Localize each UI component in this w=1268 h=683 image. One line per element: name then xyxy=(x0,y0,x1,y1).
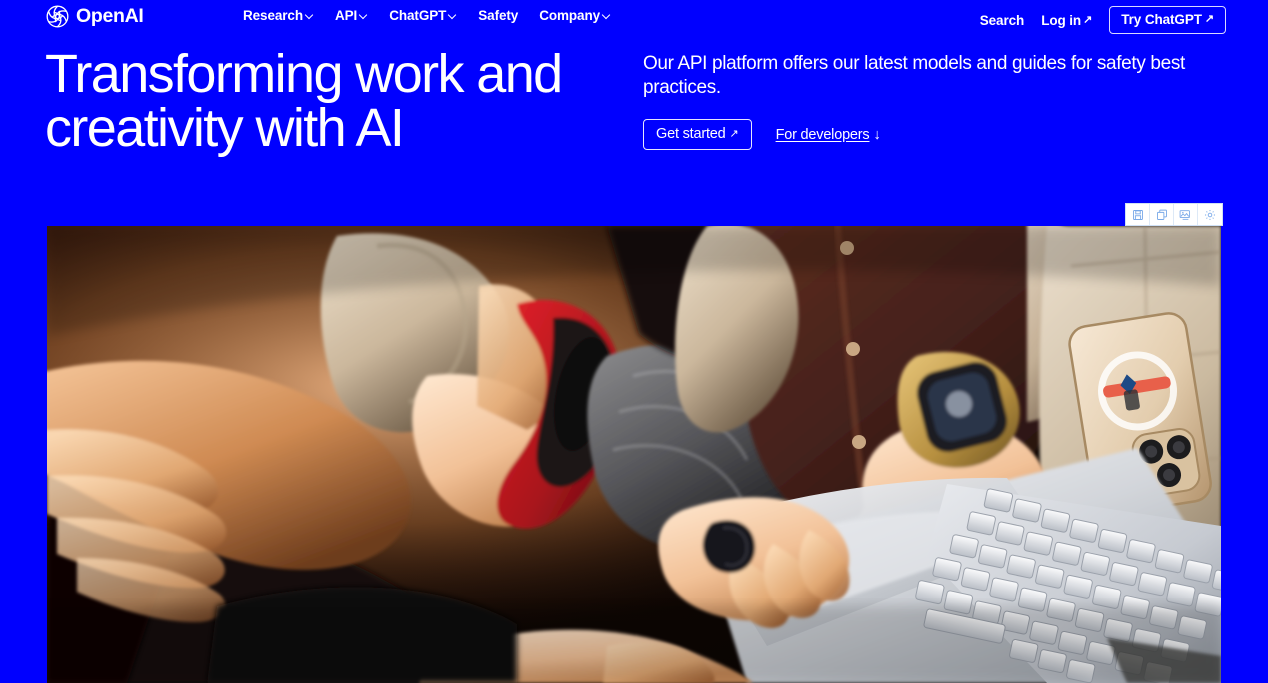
search-link[interactable]: Search xyxy=(979,12,1025,28)
openai-homepage: OpenAI Research API ChatGPT Safety Compa… xyxy=(0,0,1268,683)
arrow-up-right-icon: ↗ xyxy=(1083,13,1093,26)
nav-item-label: Research xyxy=(243,8,303,23)
get-started-label: Get started xyxy=(656,126,726,142)
search-label: Search xyxy=(979,12,1025,28)
nav-item-chatgpt[interactable]: ChatGPT xyxy=(389,8,457,23)
chevron-down-icon xyxy=(603,11,611,19)
nav-utility-group: Search Log in ↗ Try ChatGPT ↗ xyxy=(980,6,1226,34)
brand-logo-link[interactable]: OpenAI xyxy=(45,4,144,29)
hero-subtitle: Our API platform offers our latest model… xyxy=(643,53,1185,98)
nav-item-safety[interactable]: Safety xyxy=(478,8,518,23)
openai-blossom-logo-icon xyxy=(45,4,70,29)
nav-item-label: API xyxy=(335,8,358,23)
copy-button[interactable] xyxy=(1150,204,1174,225)
try-chatgpt-label: Try ChatGPT xyxy=(1121,12,1202,27)
chevron-down-icon xyxy=(360,11,368,19)
image-icon xyxy=(1179,209,1192,221)
primary-nav-menu: Research API ChatGPT Safety Company xyxy=(243,8,611,23)
hero-headline: Transforming work and creativity with AI xyxy=(45,44,563,158)
image-toolbar xyxy=(1125,203,1223,226)
nav-item-label: Safety xyxy=(478,8,519,23)
arrow-down-icon: ↓ xyxy=(873,126,881,143)
nav-item-research[interactable]: Research xyxy=(243,8,314,23)
login-label: Log in xyxy=(1041,12,1082,28)
chevron-down-icon xyxy=(306,11,314,19)
arrow-up-right-icon: ↗ xyxy=(729,127,739,140)
nav-item-api[interactable]: API xyxy=(335,8,368,23)
for-developers-link[interactable]: For developers ↓ xyxy=(776,127,881,143)
image-button[interactable] xyxy=(1174,204,1198,225)
save-disk-icon xyxy=(1132,209,1144,221)
top-navigation-bar: OpenAI Research API ChatGPT Safety Compa… xyxy=(0,0,1268,34)
copy-duplicate-icon xyxy=(1156,209,1168,221)
chevron-down-icon xyxy=(449,11,457,19)
hero-photo xyxy=(47,226,1221,683)
hero-secondary-column: Our API platform offers our latest model… xyxy=(643,52,1213,150)
save-button[interactable] xyxy=(1126,204,1150,225)
get-started-button[interactable]: Get started ↗ xyxy=(643,119,752,150)
gear-settings-icon xyxy=(1204,209,1216,221)
hero-action-group: Get started ↗ For developers ↓ xyxy=(643,119,1213,150)
settings-button[interactable] xyxy=(1198,204,1222,225)
nav-item-company[interactable]: Company xyxy=(539,8,611,23)
for-developers-label: For developers xyxy=(775,126,870,143)
brand-name-text: OpenAI xyxy=(76,4,144,27)
nav-item-label: Company xyxy=(539,8,601,23)
login-link[interactable]: Log in ↗ xyxy=(1041,13,1092,28)
try-chatgpt-button[interactable]: Try ChatGPT ↗ xyxy=(1109,6,1226,34)
nav-item-label: ChatGPT xyxy=(389,8,447,23)
arrow-up-right-icon: ↗ xyxy=(1204,13,1214,25)
